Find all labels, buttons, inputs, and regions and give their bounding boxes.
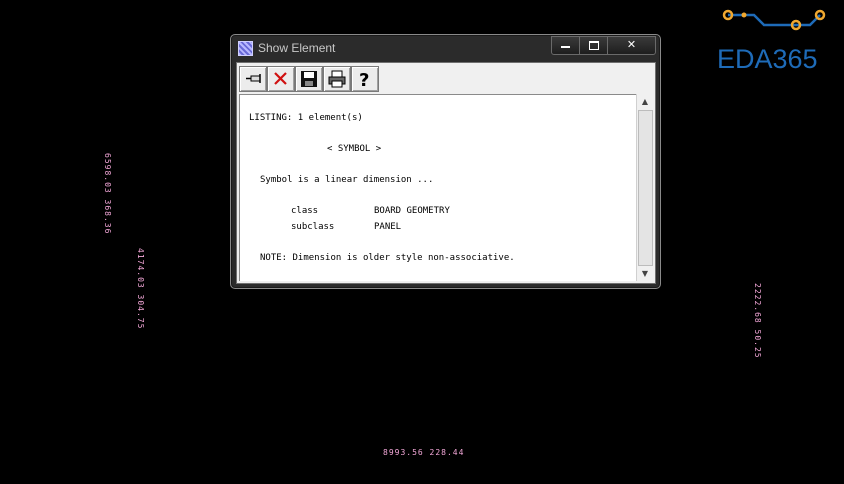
description-text: Symbol is a linear dimension ... — [260, 175, 434, 185]
subclass-value: PANEL — [374, 222, 402, 232]
dimension-label: 2222.68 50.25 — [753, 283, 762, 359]
vertical-scrollbar[interactable]: ▲ ▼ — [636, 94, 653, 281]
logo-text: EDA365 — [717, 44, 818, 74]
save-icon — [301, 71, 317, 87]
minimize-button[interactable] — [551, 36, 580, 55]
app-icon — [238, 41, 253, 56]
pin-button[interactable] — [239, 66, 267, 92]
dimension-label: 4174.03 304.75 — [136, 248, 145, 330]
help-button[interactable]: ? — [351, 66, 379, 92]
scroll-down-button[interactable]: ▼ — [637, 266, 653, 281]
circuit-trace-icon — [722, 9, 826, 31]
subclass-label: subclass — [291, 222, 335, 232]
scroll-thumb[interactable] — [638, 110, 653, 266]
dimension-label: 8993.56 228.44 — [383, 448, 465, 457]
close-button[interactable]: ✕ — [607, 36, 656, 55]
window-title: Show Element — [258, 41, 336, 55]
close-x-icon — [274, 72, 287, 85]
minimize-icon — [561, 46, 570, 48]
listing-text-area[interactable]: LISTING: 1 element(s) < SYMBOL > Symbol … — [239, 94, 637, 281]
note-text: NOTE: Dimension is older style non-assoc… — [260, 253, 515, 263]
section-heading: < SYMBOL > — [327, 144, 382, 154]
scroll-up-button[interactable]: ▲ — [637, 94, 653, 109]
pin-icon — [246, 74, 261, 83]
delete-button[interactable] — [267, 66, 295, 92]
window-client: ? LISTING: 1 element(s) < SYMBOL > Symbo… — [236, 62, 656, 284]
eda365-logo: EDA365 — [716, 8, 834, 74]
title-bar[interactable]: Show Element ✕ — [231, 35, 660, 61]
save-button[interactable] — [295, 66, 323, 92]
class-label: class — [291, 206, 319, 216]
listing-header: LISTING: 1 element(s) — [249, 113, 363, 123]
close-icon: ✕ — [626, 38, 637, 51]
maximize-button[interactable] — [579, 36, 608, 55]
print-icon — [328, 70, 346, 88]
maximize-icon — [588, 40, 599, 50]
show-element-window: Show Element ✕ ? LISTING: 1 element(s) <… — [230, 34, 661, 289]
help-icon: ? — [359, 70, 369, 88]
svg-text:?: ? — [359, 70, 369, 88]
class-value: BOARD GEOMETRY — [374, 206, 450, 216]
dimension-label: 6598.03 368.36 — [103, 153, 112, 235]
print-button[interactable] — [323, 66, 351, 92]
